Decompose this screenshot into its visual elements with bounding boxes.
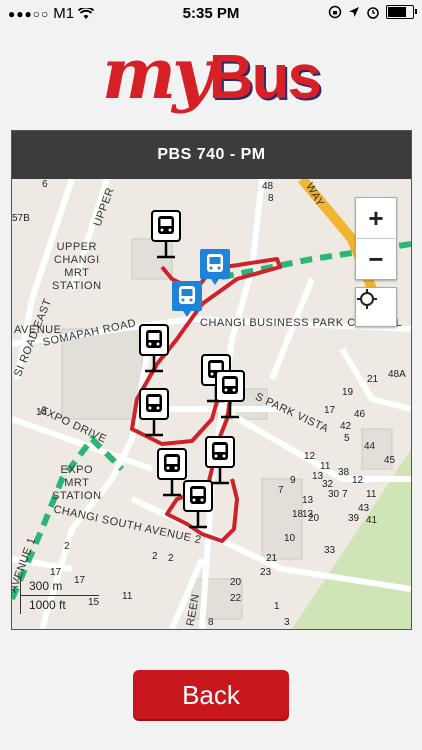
zoom-controls: + −: [355, 197, 397, 280]
building-number: 39: [348, 513, 360, 524]
building-number: 1: [274, 601, 280, 612]
building-number: 9: [290, 475, 296, 486]
route-map-panel: PBS 740 - PM UPPER UPPER CHANGI MRT STAT…: [11, 130, 412, 630]
alarm-icon: [367, 7, 379, 19]
app-logo: myBus: [0, 32, 422, 115]
building-number: 13: [302, 495, 314, 506]
building-number: 18: [292, 509, 304, 520]
building-number: 45: [384, 455, 396, 466]
building-number: 3: [284, 617, 290, 628]
building-number: 8: [208, 617, 214, 628]
building-number: 48A: [388, 369, 406, 380]
building-number: 57B: [12, 213, 30, 224]
building-number: 5: [344, 433, 350, 444]
building-number: 21: [266, 553, 278, 564]
battery-icon: [386, 5, 417, 19]
zoom-out-button[interactable]: −: [356, 238, 396, 279]
building-number: 46: [354, 409, 366, 420]
building-number: 42: [340, 421, 352, 432]
building-number: 6: [42, 179, 48, 190]
rotation-lock-icon: [328, 5, 342, 19]
building-number: 8: [268, 193, 274, 204]
zoom-in-button[interactable]: +: [356, 198, 396, 238]
building-number: 20: [308, 513, 320, 524]
building-number: 22: [230, 593, 242, 604]
building-number: 2: [152, 551, 158, 562]
building-number: 44: [364, 441, 376, 452]
status-bar: ●●●○○ M1 5:35 PM: [0, 0, 422, 28]
building-number: 48: [262, 181, 274, 192]
status-icons: [328, 5, 417, 19]
building-number: 21: [367, 374, 379, 385]
building-number: 43: [358, 503, 370, 514]
building-number: 20: [230, 577, 242, 588]
crosshair-icon: [357, 289, 377, 309]
scale-imperial: 1000 ft: [20, 596, 109, 614]
building-number: 10: [284, 533, 296, 544]
location-arrow-icon: [349, 7, 359, 17]
building-number: 7: [278, 485, 284, 496]
map-label-expo-mrt: EXPO MRT STATION: [52, 464, 102, 502]
route-map[interactable]: UPPER UPPER CHANGI MRT STATION AVENUE SI…: [12, 179, 411, 629]
building-number: 14: [36, 407, 48, 418]
building-number: 2: [168, 553, 174, 564]
building-number: 19: [342, 387, 354, 398]
back-button[interactable]: Back: [133, 670, 289, 721]
map-label-upper-changi-mrt: UPPER CHANGI MRT STATION: [52, 241, 102, 292]
building-number: 30: [328, 489, 340, 500]
building-number: 41: [366, 515, 378, 526]
map-scale: 300 m 1000 ft: [20, 577, 109, 614]
locate-me-button[interactable]: [355, 287, 397, 327]
building-number: 2: [64, 541, 70, 552]
building-number: 11: [122, 591, 133, 602]
building-number: 11: [366, 489, 377, 500]
scale-metric: 300 m: [20, 577, 99, 596]
building-number: 17: [324, 405, 336, 416]
building-number: 23: [260, 567, 272, 578]
logo-my: my: [102, 32, 213, 115]
building-number: 12: [304, 451, 316, 462]
building-number: 33: [324, 545, 336, 556]
building-number: 12: [352, 475, 364, 486]
route-title: PBS 740 - PM: [12, 131, 411, 179]
building-number: 7: [342, 489, 348, 500]
logo-bus: Bus: [208, 43, 322, 112]
building-number: 38: [338, 467, 350, 478]
